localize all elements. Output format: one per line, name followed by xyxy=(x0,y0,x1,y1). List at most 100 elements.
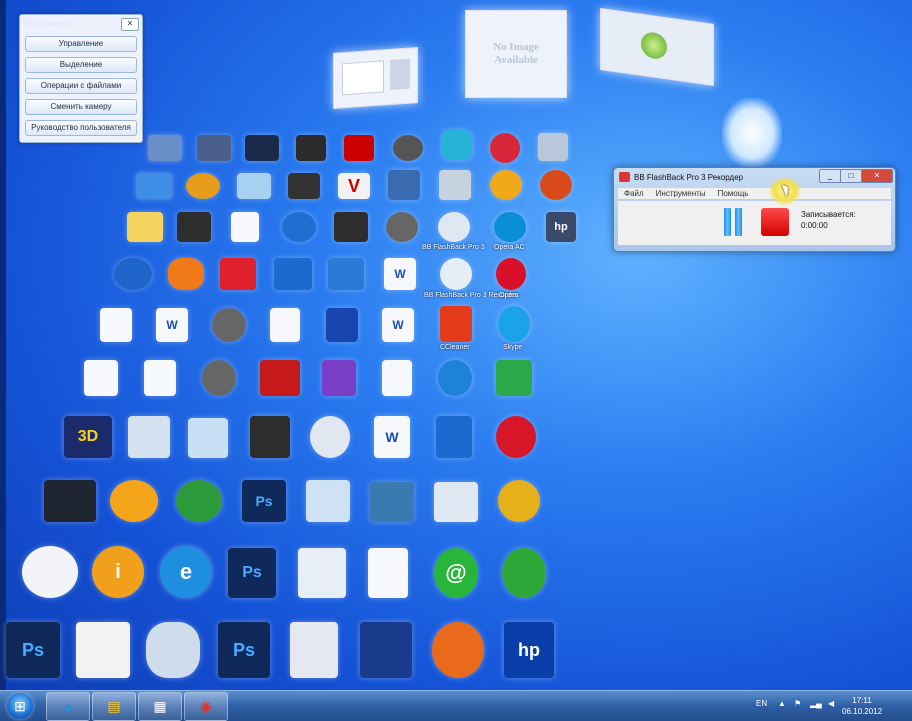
globe-icon[interactable] xyxy=(490,170,522,200)
chart-app-icon[interactable] xyxy=(76,622,130,678)
film-reel-icon[interactable] xyxy=(393,135,423,161)
blank-file-icon[interactable] xyxy=(382,360,412,396)
checkmark-app-icon[interactable]: V xyxy=(338,173,370,199)
recycle-bin-icon[interactable] xyxy=(722,98,782,168)
windows-icon[interactable] xyxy=(288,173,320,199)
maximize-button[interactable]: □ xyxy=(840,169,862,183)
system-tools-icon[interactable] xyxy=(306,480,350,522)
screen-capture-icon[interactable] xyxy=(326,308,358,342)
blank-file-icon[interactable] xyxy=(100,308,132,342)
word-doc-icon[interactable]: W xyxy=(384,258,416,290)
menu-file[interactable]: Файл xyxy=(624,188,644,199)
volume-icon[interactable]: ◀ xyxy=(828,699,834,708)
upload-arrow-icon[interactable] xyxy=(220,258,256,290)
movie-maker-icon[interactable] xyxy=(260,360,300,396)
audio-editor-icon[interactable] xyxy=(186,173,220,199)
menu-close-button[interactable]: ✕ xyxy=(121,17,139,31)
blank-file-icon[interactable] xyxy=(84,360,118,396)
download-manager-icon[interactable] xyxy=(436,416,472,458)
taskbar-ie-icon[interactable]: e xyxy=(46,692,90,721)
windows-icon[interactable] xyxy=(296,135,326,161)
blank-file-icon[interactable] xyxy=(231,212,259,242)
app-orange-icon[interactable] xyxy=(540,170,572,200)
blank-file-icon[interactable] xyxy=(144,360,176,396)
photoshop-icon[interactable]: Ps xyxy=(6,622,60,678)
taskbar-windows-icon[interactable]: ▦ xyxy=(138,692,182,721)
windows-icon[interactable] xyxy=(177,212,211,242)
media-app-icon[interactable] xyxy=(146,622,200,678)
info-icon[interactable]: i xyxy=(92,546,144,598)
sync-icon[interactable] xyxy=(496,360,532,396)
line-tool-icon[interactable] xyxy=(274,258,312,290)
disc-icon[interactable] xyxy=(310,416,350,458)
yandex-app-icon[interactable] xyxy=(360,622,412,678)
windows-icon[interactable] xyxy=(250,416,290,458)
photoshop-icon[interactable]: Ps xyxy=(228,548,276,598)
display-icon[interactable] xyxy=(245,135,279,161)
sun-app-icon[interactable] xyxy=(110,480,158,522)
photoshop-icon[interactable]: Ps xyxy=(242,480,286,522)
film-reel-icon[interactable] xyxy=(386,212,418,242)
menu-button-selection[interactable]: Выделение xyxy=(25,57,137,73)
film-reel-icon[interactable] xyxy=(212,308,246,342)
menu-help[interactable]: Помощь xyxy=(718,188,749,199)
camcorder-icon[interactable] xyxy=(439,170,471,200)
mail-at-icon[interactable]: @ xyxy=(434,548,478,598)
landscape-image-icon[interactable] xyxy=(370,482,414,522)
audio-wave-icon[interactable] xyxy=(496,416,536,458)
idm-download-icon[interactable] xyxy=(176,480,222,522)
pie-chart-icon[interactable] xyxy=(22,546,78,598)
windows-icon[interactable] xyxy=(334,212,368,242)
window-preview-browser[interactable] xyxy=(333,47,418,109)
computer-icon[interactable] xyxy=(148,135,182,161)
control-panel-icon[interactable] xyxy=(197,135,231,161)
windows-logo-icon[interactable] xyxy=(114,258,152,290)
clock[interactable]: 17:11 06.10.2012 xyxy=(842,695,882,717)
word-doc-icon[interactable]: W xyxy=(374,416,410,458)
taskbar-flashback-icon[interactable]: ◉ xyxy=(184,692,228,721)
music-note-icon[interactable] xyxy=(322,360,356,396)
bb-flashback-recorder-icon[interactable] xyxy=(440,258,472,290)
document-scan-icon[interactable] xyxy=(290,622,338,678)
no-image-preview[interactable]: No Image Available xyxy=(465,10,567,98)
word-doc-icon[interactable]: W xyxy=(382,308,414,342)
blank-file-icon[interactable] xyxy=(270,308,300,342)
menu-button-file-ops[interactable]: Операции с файлами xyxy=(25,78,137,94)
internet-explorer-icon[interactable]: e xyxy=(160,546,212,598)
utorrent-icon[interactable] xyxy=(502,548,546,598)
folder-icon[interactable] xyxy=(298,548,346,598)
clownfish-icon[interactable] xyxy=(168,258,204,290)
ccleaner-icon[interactable] xyxy=(440,306,472,342)
film-reel-icon[interactable] xyxy=(202,360,236,396)
close-button[interactable]: ✕ xyxy=(861,169,893,183)
hp-icon[interactable]: hp xyxy=(504,622,554,678)
game-icon[interactable] xyxy=(388,170,420,200)
3d-app-icon[interactable]: 3D xyxy=(64,416,112,458)
minimize-button[interactable]: _ xyxy=(819,169,841,183)
tools-settings-icon[interactable] xyxy=(237,173,271,199)
lightning-app-icon[interactable] xyxy=(438,360,472,396)
menu-tools[interactable]: Инструменты xyxy=(656,188,706,199)
download-icon[interactable] xyxy=(282,212,316,242)
start-button[interactable]: ⊞ xyxy=(7,693,33,719)
eraser-icon[interactable] xyxy=(188,418,228,458)
word-doc-icon[interactable]: W xyxy=(156,308,188,342)
photoshop-icon[interactable]: Ps xyxy=(218,622,270,678)
microphone-icon[interactable] xyxy=(328,258,364,290)
photo-viewer-icon[interactable] xyxy=(434,482,478,522)
blank-file-icon[interactable] xyxy=(368,548,408,598)
opera-icon[interactable] xyxy=(496,258,526,290)
menu-button-control[interactable]: Управление xyxy=(25,36,137,52)
document-icon[interactable] xyxy=(136,173,172,199)
music-app-icon[interactable] xyxy=(498,480,540,522)
opera-ac-icon[interactable] xyxy=(494,212,526,242)
bb-flashback-icon[interactable] xyxy=(438,212,470,242)
network-signal-icon[interactable]: ▂▄ xyxy=(810,699,822,708)
hp-printer-icon[interactable]: hp xyxy=(546,212,576,242)
skype-icon[interactable] xyxy=(498,306,530,342)
tablet-icon[interactable] xyxy=(44,480,96,522)
menu-button-camera[interactable]: Сменить камеру xyxy=(25,99,137,115)
stop-button[interactable] xyxy=(761,208,789,236)
activity-monitor-icon[interactable] xyxy=(344,135,374,161)
app-red-icon[interactable] xyxy=(490,133,520,163)
